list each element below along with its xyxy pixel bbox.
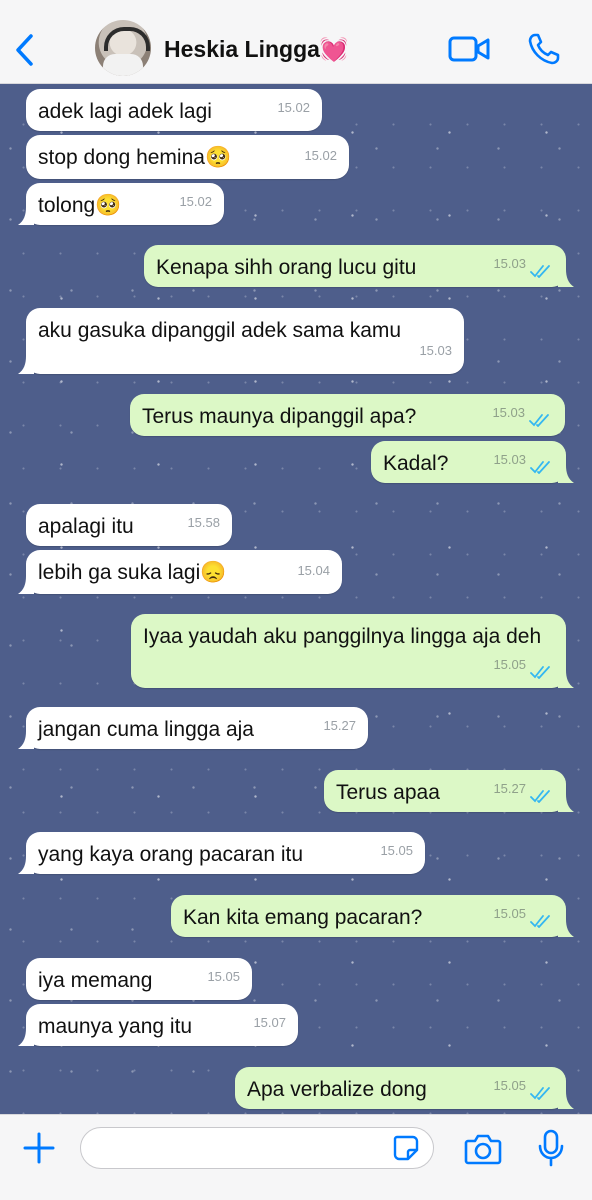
bubble-tail xyxy=(558,919,574,937)
message-text: aku gasuka dipanggil adek sama kamu xyxy=(38,319,402,342)
message-time: 15.05 xyxy=(380,843,413,858)
message-time: 15.02 xyxy=(277,100,310,115)
message-incoming[interactable]: lebih ga suka lagi😞 15.04 xyxy=(18,550,342,594)
message-time: 15.03 xyxy=(493,452,526,467)
message-incoming[interactable]: stop dong hemina🥺 15.02 xyxy=(26,135,349,179)
sticker-icon[interactable] xyxy=(393,1135,419,1161)
message-text: Kan kita emang pacaran? xyxy=(183,906,423,929)
read-ticks-icon xyxy=(530,265,550,278)
chevron-left-icon[interactable] xyxy=(10,30,40,70)
message-time: 15.58 xyxy=(187,515,220,530)
message-incoming[interactable]: iya memang 15.05 xyxy=(26,958,252,1000)
message-time: 15.02 xyxy=(304,148,337,163)
message-text: Kenapa sihh orang lucu gitu xyxy=(156,256,417,279)
message-time: 15.07 xyxy=(253,1015,286,1030)
message-text: maunya yang itu xyxy=(38,1015,193,1038)
message-incoming[interactable]: jangan cuma lingga aja 15.27 xyxy=(18,707,368,749)
message-text: tolong🥺 xyxy=(38,194,122,217)
message-time: 15.05 xyxy=(207,969,240,984)
bubble-tail xyxy=(18,576,34,594)
bubble-tail xyxy=(558,1091,574,1109)
message-time: 15.04 xyxy=(297,563,330,578)
message-outgoing[interactable]: Kenapa sihh orang lucu gitu 15.03 xyxy=(144,245,574,287)
message-list[interactable]: adek lagi adek lagi 15.02 stop dong hemi… xyxy=(0,84,592,1114)
message-incoming[interactable]: adek lagi adek lagi 15.02 xyxy=(26,89,322,131)
message-outgoing[interactable]: Terus apaa 15.27 xyxy=(324,770,574,812)
message-outgoing[interactable]: Iyaa yaudah aku panggilnya lingga aja de… xyxy=(131,614,574,688)
plus-icon[interactable] xyxy=(22,1131,56,1165)
composer-bar xyxy=(0,1114,592,1200)
read-ticks-icon xyxy=(530,915,550,928)
message-text: yang kaya orang pacaran itu xyxy=(38,843,304,866)
read-ticks-icon xyxy=(530,790,550,803)
bubble-tail xyxy=(18,1028,34,1046)
message-text: stop dong hemina🥺 xyxy=(38,146,232,169)
contact-name[interactable]: Heskia Lingga💓 xyxy=(164,36,349,63)
bubble-tail xyxy=(558,465,574,483)
message-time: 15.05 xyxy=(493,1078,526,1093)
message-outgoing[interactable]: Apa verbalize dong 15.05 xyxy=(235,1067,574,1109)
avatar[interactable] xyxy=(95,20,151,76)
message-text: Iyaa yaudah aku panggilnya lingga aja de… xyxy=(143,625,542,648)
message-time: 15.03 xyxy=(493,256,526,271)
message-text: adek lagi adek lagi xyxy=(38,100,212,123)
message-text: Apa verbalize dong xyxy=(247,1078,427,1101)
message-text: lebih ga suka lagi😞 xyxy=(38,561,227,584)
bubble-tail xyxy=(18,731,34,749)
read-ticks-icon xyxy=(530,666,550,679)
message-text: Terus maunya dipanggil apa? xyxy=(142,405,417,428)
video-camera-icon[interactable] xyxy=(448,34,490,64)
message-time: 15.27 xyxy=(323,718,356,733)
message-text: jangan cuma lingga aja xyxy=(38,718,254,741)
message-time: 15.05 xyxy=(493,657,526,672)
message-incoming[interactable]: maunya yang itu 15.07 xyxy=(18,1004,298,1046)
message-outgoing[interactable]: Kan kita emang pacaran? 15.05 xyxy=(171,895,574,937)
message-text: Terus apaa xyxy=(336,781,440,804)
phone-icon[interactable] xyxy=(527,32,561,66)
bubble-tail xyxy=(558,269,574,287)
microphone-icon[interactable] xyxy=(538,1129,564,1167)
message-time: 15.05 xyxy=(493,906,526,921)
read-ticks-icon xyxy=(529,414,549,427)
message-incoming[interactable]: apalagi itu 15.58 xyxy=(26,504,232,546)
bubble-tail xyxy=(558,670,574,688)
message-text: Kadal? xyxy=(383,452,449,475)
message-incoming[interactable]: yang kaya orang pacaran itu 15.05 xyxy=(18,832,425,874)
message-incoming[interactable]: aku gasuka dipanggil adek sama kamu 15.0… xyxy=(18,308,464,374)
message-incoming[interactable]: tolong🥺 15.02 xyxy=(18,183,224,225)
message-text: iya memang xyxy=(38,969,153,992)
message-outgoing[interactable]: Terus maunya dipanggil apa? 15.03 xyxy=(130,394,565,436)
read-ticks-icon xyxy=(530,1087,550,1100)
message-time: 15.27 xyxy=(493,781,526,796)
message-time: 15.03 xyxy=(419,343,452,358)
message-outgoing[interactable]: Kadal? 15.03 xyxy=(371,441,574,483)
message-time: 15.03 xyxy=(492,405,525,420)
bubble-tail xyxy=(18,207,34,225)
chat-header: Heskia Lingga💓 xyxy=(0,0,592,84)
message-input[interactable] xyxy=(80,1127,434,1169)
message-time: 15.02 xyxy=(179,194,212,209)
bubble-tail xyxy=(558,794,574,812)
bubble-tail xyxy=(18,856,34,874)
camera-icon[interactable] xyxy=(464,1133,502,1165)
bubble-tail xyxy=(18,356,34,374)
read-ticks-icon xyxy=(530,461,550,474)
message-text: apalagi itu xyxy=(38,515,134,538)
